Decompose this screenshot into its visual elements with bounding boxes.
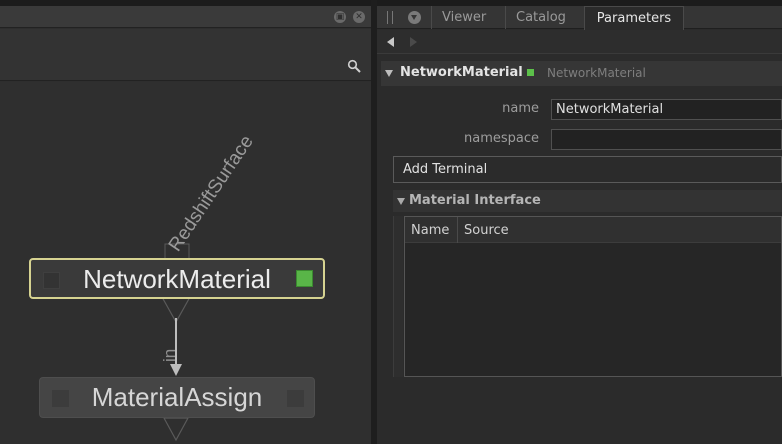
node-view-indicator-icon (527, 69, 534, 76)
node-networkmaterial[interactable]: NetworkMaterial (29, 258, 325, 299)
param-label-name: name (502, 101, 539, 116)
forward-arrow-icon[interactable] (410, 37, 417, 47)
material-interface-title: Material Interface (409, 193, 541, 208)
node-graph-titlebar: ▣ ✕ (0, 6, 371, 28)
connection-label-in: in (160, 348, 179, 362)
table-header: Name Source (405, 217, 781, 243)
collapse-triangle-icon[interactable] (397, 198, 405, 205)
material-interface-header[interactable]: Material Interface (393, 190, 782, 212)
table-gutter (393, 216, 403, 377)
tab-viewer[interactable]: Viewer (431, 6, 496, 29)
node-graph-canvas[interactable]: RedshiftSurface in NetworkMaterial Mater… (0, 82, 371, 444)
tab-catalog[interactable]: Catalog (505, 6, 576, 29)
node-header-type: NetworkMaterial (547, 66, 646, 80)
materialassign-output-port (162, 417, 190, 442)
column-header-source[interactable]: Source (458, 217, 778, 243)
node-bypass-toggle[interactable] (52, 390, 69, 407)
node-materialassign[interactable]: MaterialAssign (39, 377, 315, 418)
back-arrow-icon[interactable] (387, 37, 394, 47)
node-view-flag[interactable] (287, 390, 304, 407)
parameters-nav-bar (377, 30, 782, 54)
node-header[interactable]: NetworkMaterial NetworkMaterial (381, 61, 782, 86)
node-graph-panel: ▣ ✕ RedshiftSurface in NetworkMaterial M… (0, 0, 371, 444)
maximize-icon[interactable]: ▣ (334, 11, 346, 23)
tab-parameters[interactable]: Parameters (584, 6, 684, 30)
material-interface-table[interactable]: Name Source (404, 216, 782, 377)
tab-menu-icon[interactable] (408, 11, 421, 24)
namespace-field[interactable] (551, 129, 782, 150)
node-view-flag[interactable] (296, 270, 313, 287)
grip-icon[interactable] (387, 11, 393, 24)
node-bypass-toggle[interactable] (43, 272, 60, 289)
node-header-name: NetworkMaterial (400, 65, 523, 80)
close-icon[interactable]: ✕ (353, 11, 365, 23)
node-label: MaterialAssign (91, 382, 263, 412)
param-label-namespace: namespace (463, 131, 539, 146)
collapse-triangle-icon[interactable] (385, 70, 393, 77)
parameters-panel: Viewer Catalog Parameters NetworkMateria… (377, 0, 782, 444)
tab-bar: Viewer Catalog Parameters (377, 6, 782, 30)
connection-arrowhead (170, 364, 182, 376)
search-icon[interactable] (347, 59, 361, 73)
add-terminal-button[interactable]: Add Terminal (393, 156, 782, 183)
node-graph-toolbar (0, 29, 371, 81)
node-label: NetworkMaterial (83, 264, 271, 294)
name-field[interactable]: NetworkMaterial (551, 99, 782, 120)
column-header-name[interactable]: Name (405, 217, 458, 243)
